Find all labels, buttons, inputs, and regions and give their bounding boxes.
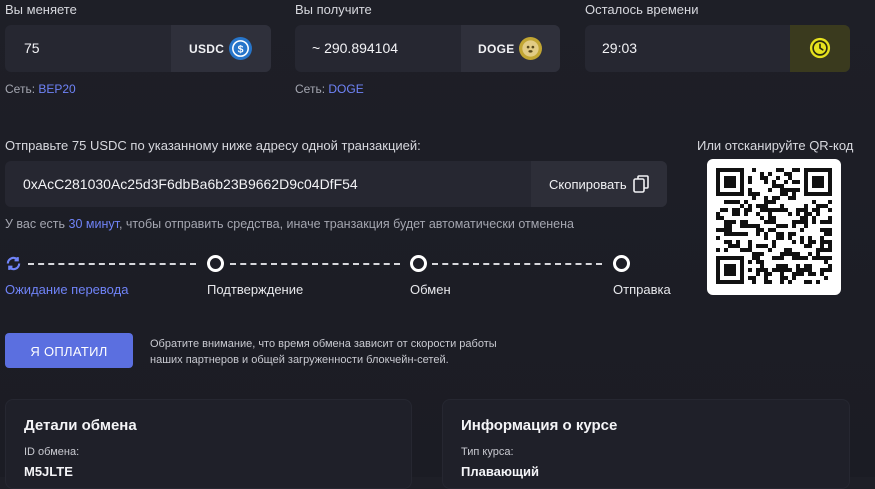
step-connector-2 [230, 263, 400, 265]
give-label: Вы меняете [5, 2, 77, 17]
paid-button-label: Я ОПЛАТИЛ [30, 344, 108, 359]
get-field: ~ 290.894104 DOGE [295, 25, 560, 72]
give-network-link[interactable]: BEP20 [38, 82, 75, 96]
copy-button[interactable]: Скопировать [531, 161, 667, 207]
paid-note: Обратите внимание, что время обмена зави… [150, 338, 497, 366]
time-notice-link: 30 минут [68, 217, 119, 231]
clock-icon [809, 37, 831, 59]
qr-finder-pattern [812, 176, 824, 188]
timer-value: 29:03 [602, 40, 638, 56]
rate-type-label: Тип курса: [461, 446, 514, 458]
timer-icon-box [790, 25, 850, 72]
qr-label: Или отсканируйте QR-код [697, 138, 854, 153]
usdc-icon: $ [229, 37, 252, 60]
give-field[interactable]: 75 USDC $ [5, 25, 271, 72]
get-label: Вы получите [295, 2, 372, 17]
svg-text:$: $ [238, 43, 244, 55]
step-4-circle [613, 255, 630, 272]
give-amount[interactable]: 75 [24, 40, 40, 56]
step-3-circle [410, 255, 427, 272]
step-connector-3 [432, 263, 602, 265]
qr-finder-pattern [724, 176, 736, 188]
give-coin-selector[interactable]: USDC $ [171, 25, 271, 72]
exchange-id-label: ID обмена: [24, 446, 80, 458]
give-coin-label: USDC [189, 42, 225, 56]
give-network: Сеть: BEP20 [5, 82, 76, 96]
exchange-details-title: Детали обмена [24, 417, 137, 434]
timer-label: Осталось времени [585, 2, 699, 17]
sync-icon [5, 255, 22, 272]
paid-button[interactable]: Я ОПЛАТИЛ [5, 333, 133, 368]
get-network: Сеть: DOGE [295, 82, 364, 96]
wallet-address[interactable]: 0xAcC281030Ac25d3F6dbBa6b23B9662D9c04DfF… [23, 176, 358, 192]
step-2-label: Подтверждение [207, 282, 304, 297]
step-connector-1 [28, 263, 196, 265]
exchange-details-card: Детали обмена ID обмена: M5JLTE [5, 399, 412, 489]
copy-label: Скопировать [549, 177, 627, 192]
copy-icon [633, 175, 649, 193]
get-amount: ~ 290.894104 [312, 40, 399, 56]
time-notice: У вас есть 30 минут, чтобы отправить сре… [5, 217, 574, 231]
timer-field: 29:03 [585, 25, 850, 72]
step-2-circle [207, 255, 224, 272]
step-1-label: Ожидание перевода [5, 282, 129, 297]
address-field[interactable]: 0xAcC281030Ac25d3F6dbBa6b23B9662D9c04DfF… [5, 161, 667, 207]
send-instruction: Отправьте 75 USDC по указанному ниже адр… [5, 138, 421, 153]
rate-info-title: Информация о курсе [461, 417, 618, 434]
step-3-label: Обмен [410, 282, 451, 297]
rate-info-card: Информация о курсе Тип курса: Плавающий [442, 399, 850, 489]
qr-finder-pattern [724, 264, 736, 276]
doge-icon [519, 37, 542, 60]
get-network-link[interactable]: DOGE [328, 82, 363, 96]
get-coin-label: DOGE [478, 42, 515, 56]
step-4-label: Отправка [613, 282, 671, 297]
qr-code [707, 159, 841, 295]
get-coin-selector[interactable]: DOGE [461, 25, 560, 72]
